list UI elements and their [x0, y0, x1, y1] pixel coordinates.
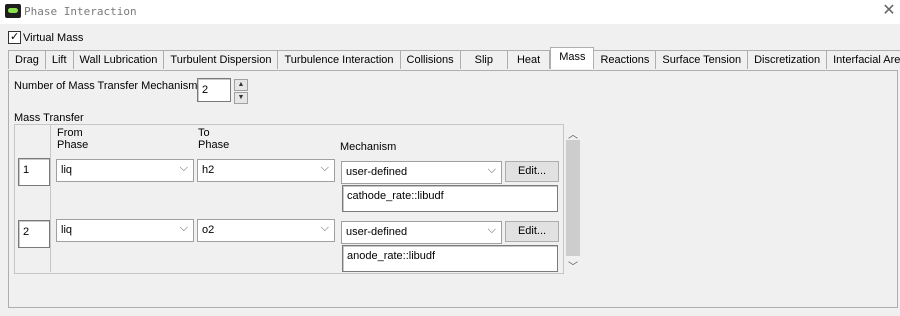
scrollbar-thumb[interactable]: [566, 140, 580, 256]
mass-transfer-group-label: Mass Transfer: [14, 112, 84, 124]
chevron-down-icon: ⌵: [320, 162, 329, 174]
tab-interfacial-area[interactable]: Interfacial Area: [827, 50, 900, 69]
chevron-down-icon: ⌵: [320, 222, 329, 234]
mechanism-select[interactable]: user-defined ⌵: [341, 161, 502, 184]
tab-turbulent-dispersion[interactable]: Turbulent Dispersion: [164, 50, 279, 69]
tab-heat[interactable]: Heat: [507, 50, 551, 69]
num-mechanisms-input[interactable]: 2: [197, 78, 231, 102]
tab-drag[interactable]: Drag: [8, 50, 46, 69]
row-index-column: [14, 124, 51, 272]
num-mechanisms-label: Number of Mass Transfer Mechanisms: [14, 80, 203, 92]
scroll-up-icon[interactable]: ︿: [566, 126, 580, 141]
edit-button[interactable]: Edit...: [505, 221, 559, 242]
row-index-field[interactable]: 1: [18, 158, 50, 186]
chevron-down-icon: ⌵: [487, 164, 496, 176]
tab-reactions[interactable]: Reactions: [594, 50, 657, 69]
virtual-mass-checkbox[interactable]: ✓: [8, 31, 21, 44]
chevron-down-icon: ⌵: [179, 222, 188, 234]
udf-name-field[interactable]: anode_rate::libudf: [342, 245, 558, 272]
tab-bar: Drag Lift Wall Lubrication Turbulent Dis…: [8, 47, 900, 69]
tab-slip[interactable]: Slip: [460, 50, 508, 69]
from-phase-select[interactable]: liq ⌵: [56, 159, 194, 182]
to-phase-select[interactable]: h2 ⌵: [197, 159, 335, 182]
tab-surface-tension[interactable]: Surface Tension: [656, 50, 749, 69]
tab-turbulence-interaction[interactable]: Turbulence Interaction: [278, 50, 401, 69]
scroll-down-icon[interactable]: ﹀: [566, 258, 580, 273]
header-from-line2: Phase: [57, 139, 89, 151]
tab-wall-lubrication[interactable]: Wall Lubrication: [73, 50, 165, 69]
tab-discretization[interactable]: Discretization: [748, 50, 828, 69]
header-from-line1: From: [57, 127, 83, 139]
to-phase-select[interactable]: o2 ⌵: [197, 219, 335, 242]
edit-button[interactable]: Edit...: [505, 161, 559, 182]
spin-down-button[interactable]: ▼: [234, 92, 248, 104]
tab-mass[interactable]: Mass: [550, 47, 595, 69]
header-to-line2: Phase: [198, 139, 230, 151]
tab-collisions[interactable]: Collisions: [400, 50, 461, 69]
virtual-mass-label: Virtual Mass: [23, 32, 84, 44]
row-index-field[interactable]: 2: [18, 220, 50, 248]
checkmark-icon: ✓: [10, 31, 20, 43]
tab-lift[interactable]: Lift: [45, 50, 74, 69]
num-mechanisms-value: 2: [202, 84, 209, 96]
close-icon[interactable]: ✕: [880, 2, 898, 20]
mechanism-select[interactable]: user-defined ⌵: [341, 221, 502, 244]
chevron-down-icon: ⌵: [487, 224, 496, 236]
header-to-line1: To: [198, 127, 210, 139]
window-title: Phase Interaction: [24, 5, 137, 18]
from-phase-select[interactable]: liq ⌵: [56, 219, 194, 242]
chevron-down-icon: ⌵: [179, 162, 188, 174]
spin-up-button[interactable]: ▲: [234, 79, 248, 91]
header-mechanism: Mechanism: [340, 141, 397, 153]
udf-name-field[interactable]: cathode_rate::libudf: [342, 185, 558, 212]
app-icon: [5, 4, 21, 18]
